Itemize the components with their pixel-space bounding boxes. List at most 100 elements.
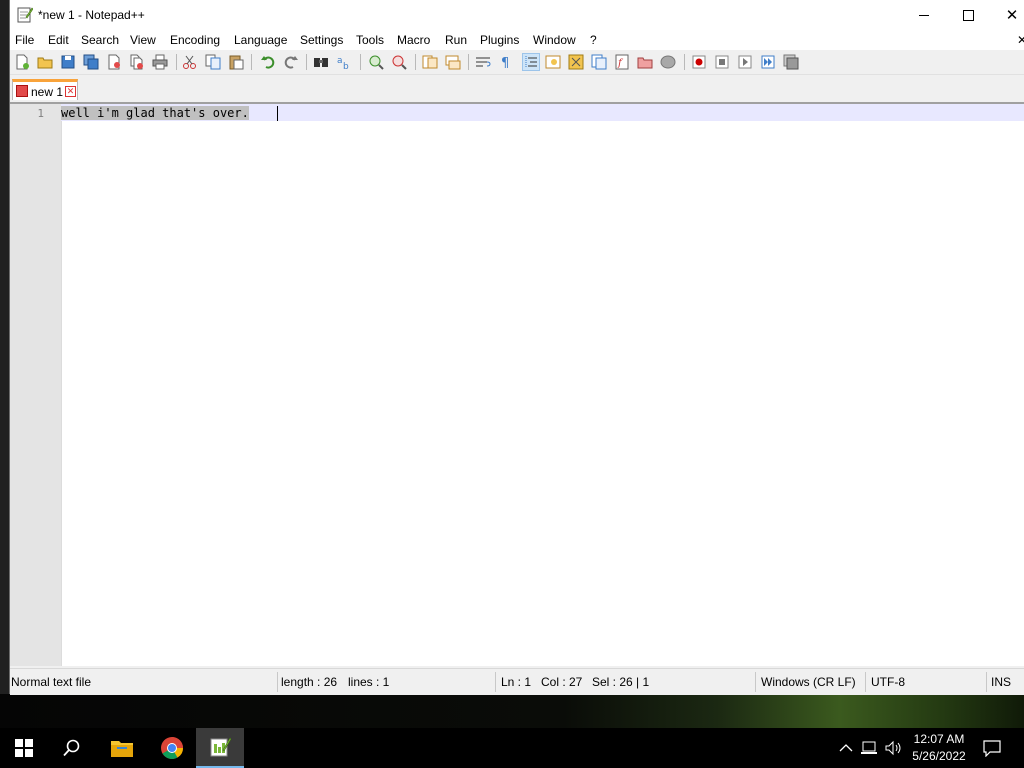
toolbar-separator bbox=[468, 54, 469, 70]
line-number: 1 bbox=[37, 107, 44, 120]
word-wrap-icon[interactable] bbox=[475, 54, 491, 70]
text-caret bbox=[277, 106, 278, 121]
notepadpp-app-icon bbox=[17, 7, 33, 23]
tab-label: new 1 bbox=[31, 85, 64, 99]
menu-edit[interactable]: Edit bbox=[48, 33, 69, 47]
system-tray bbox=[838, 728, 904, 768]
user-defined-language-icon[interactable] bbox=[545, 54, 561, 70]
menu-file[interactable]: File bbox=[15, 33, 34, 47]
menu-tools[interactable]: Tools bbox=[356, 33, 384, 47]
save-all-icon[interactable] bbox=[83, 54, 99, 70]
folder-as-workspace-icon[interactable] bbox=[637, 54, 653, 70]
notepadpp-taskbar-button[interactable] bbox=[196, 728, 244, 768]
menu-run[interactable]: Run bbox=[445, 33, 467, 47]
maximize-icon bbox=[962, 9, 974, 21]
status-column: Col : 27 bbox=[541, 675, 583, 689]
menu-encoding[interactable]: Encoding bbox=[170, 33, 220, 47]
close-icon: ✕ bbox=[1005, 7, 1019, 24]
menu-help[interactable]: ? bbox=[590, 33, 597, 47]
status-eol-format[interactable]: Windows (CR LF) bbox=[761, 675, 856, 689]
zoom-in-icon[interactable] bbox=[368, 54, 384, 70]
menu-search[interactable]: Search bbox=[81, 33, 119, 47]
macro-save-icon[interactable] bbox=[783, 54, 799, 70]
toolbar-separator bbox=[684, 54, 685, 70]
notification-icon bbox=[983, 740, 1001, 757]
text-editor[interactable]: 1 well i'm glad that's over. bbox=[10, 102, 1024, 666]
status-insert-mode[interactable]: INS bbox=[991, 675, 1011, 689]
tab-new-1[interactable]: new 1 ✕ bbox=[12, 79, 78, 100]
status-line-number: Ln : 1 bbox=[501, 675, 532, 689]
chevron-up-icon[interactable] bbox=[838, 740, 854, 756]
toolbar: ab ¶ f bbox=[10, 50, 1024, 75]
notepadpp-window: *new 1 - Notepad++ ✕ File Edit Search Vi… bbox=[9, 0, 1024, 695]
menu-bar: File Edit Search View Encoding Language … bbox=[10, 30, 1024, 50]
line-number-gutter: 1 bbox=[10, 104, 62, 666]
open-file-icon[interactable] bbox=[37, 54, 53, 70]
clock-date: 5/26/2022 bbox=[912, 749, 966, 763]
macro-play-icon[interactable] bbox=[737, 54, 753, 70]
save-icon[interactable] bbox=[60, 54, 76, 70]
close-file-icon[interactable] bbox=[106, 54, 122, 70]
window-title: *new 1 - Notepad++ bbox=[38, 8, 145, 22]
print-icon[interactable] bbox=[152, 54, 168, 70]
status-encoding[interactable]: UTF-8 bbox=[871, 675, 905, 689]
macro-stop-icon[interactable] bbox=[714, 54, 730, 70]
menu-plugins[interactable]: Plugins bbox=[480, 33, 519, 47]
status-bar: Normal text file length : 26 lines : 1 L… bbox=[10, 668, 1024, 695]
macro-record-icon[interactable] bbox=[691, 54, 707, 70]
toolbar-separator bbox=[176, 54, 177, 70]
macro-play-multiple-icon[interactable] bbox=[760, 54, 776, 70]
indent-guide-icon[interactable] bbox=[522, 53, 540, 71]
close-window-button[interactable]: ✕ bbox=[989, 0, 1024, 30]
status-length: length : 26 bbox=[281, 675, 338, 689]
menu-window[interactable]: Window bbox=[533, 33, 576, 47]
unsaved-file-icon bbox=[16, 85, 28, 97]
zoom-out-icon[interactable] bbox=[391, 54, 407, 70]
cut-icon[interactable] bbox=[182, 54, 198, 70]
editor-line-1[interactable]: well i'm glad that's over. bbox=[61, 106, 249, 120]
new-file-icon[interactable] bbox=[14, 54, 30, 70]
paste-icon[interactable] bbox=[228, 54, 244, 70]
minimize-icon bbox=[919, 14, 929, 16]
close-all-icon[interactable] bbox=[129, 54, 145, 70]
menu-settings[interactable]: Settings bbox=[300, 33, 343, 47]
status-separator bbox=[277, 672, 278, 692]
tab-close-icon[interactable]: ✕ bbox=[65, 86, 76, 97]
sync-vertical-icon[interactable] bbox=[422, 54, 438, 70]
desktop-edge bbox=[0, 0, 9, 694]
action-center-button[interactable] bbox=[983, 728, 1001, 768]
status-separator bbox=[755, 672, 756, 692]
close-document-icon[interactable]: ✕ bbox=[1017, 33, 1024, 47]
replace-icon[interactable]: ab bbox=[336, 54, 352, 70]
sync-horizontal-icon[interactable] bbox=[445, 54, 461, 70]
search-button[interactable] bbox=[48, 728, 96, 768]
copy-icon[interactable] bbox=[205, 54, 221, 70]
file-explorer-button[interactable] bbox=[98, 728, 146, 768]
volume-icon[interactable] bbox=[884, 740, 904, 756]
start-button[interactable] bbox=[0, 728, 48, 768]
status-separator bbox=[865, 672, 866, 692]
find-icon[interactable] bbox=[313, 54, 329, 70]
chrome-button[interactable] bbox=[148, 728, 196, 768]
menu-language[interactable]: Language bbox=[234, 33, 287, 47]
status-selection: Sel : 26 | 1 bbox=[592, 675, 650, 689]
function-list-icon[interactable]: f bbox=[614, 54, 630, 70]
title-bar[interactable]: *new 1 - Notepad++ ✕ bbox=[10, 0, 1024, 30]
toolbar-separator bbox=[251, 54, 252, 70]
status-separator bbox=[495, 672, 496, 692]
maximize-button[interactable] bbox=[945, 0, 991, 30]
menu-macro[interactable]: Macro bbox=[397, 33, 430, 47]
clock-time: 12:07 AM bbox=[913, 732, 965, 746]
notepad-plus-plus-icon bbox=[210, 737, 231, 757]
document-map-icon[interactable] bbox=[568, 54, 584, 70]
taskbar-clock[interactable]: 12:07 AM 5/26/2022 bbox=[904, 731, 974, 765]
document-list-icon[interactable] bbox=[591, 54, 607, 70]
menu-view[interactable]: View bbox=[130, 33, 156, 47]
monitoring-icon[interactable] bbox=[660, 54, 676, 70]
toolbar-separator bbox=[360, 54, 361, 70]
network-icon[interactable] bbox=[860, 740, 880, 756]
undo-icon[interactable] bbox=[260, 54, 276, 70]
minimize-button[interactable] bbox=[901, 0, 947, 30]
redo-icon[interactable] bbox=[283, 54, 299, 70]
show-all-characters-icon[interactable]: ¶ bbox=[498, 54, 514, 70]
